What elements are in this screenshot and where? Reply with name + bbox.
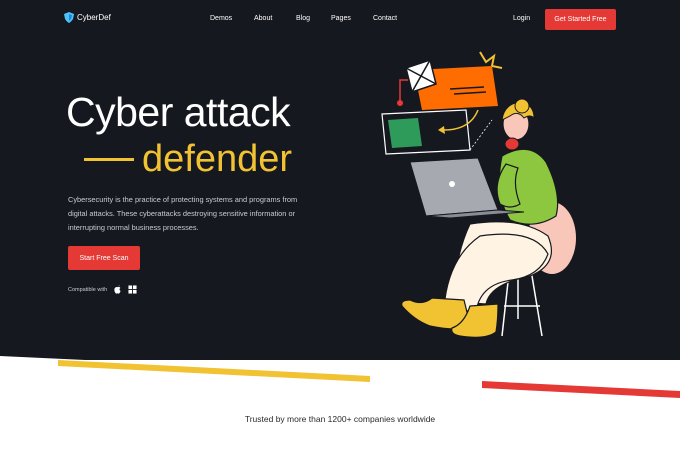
get-started-button[interactable]: Get Started Free <box>545 9 616 30</box>
start-free-scan-button[interactable]: Start Free Scan <box>68 246 140 270</box>
sparkle-icon <box>479 51 503 69</box>
login-link[interactable]: Login <box>513 15 530 22</box>
trusted-by-text: Trusted by more than 1200+ companies wor… <box>244 414 436 424</box>
shield-icon <box>64 12 74 23</box>
nav-link-blog[interactable]: Blog <box>296 15 310 22</box>
apple-icon <box>114 285 121 294</box>
windows-icon <box>128 285 137 294</box>
hero-illustration <box>381 51 576 338</box>
nav-link-demos[interactable]: Demos <box>210 15 232 22</box>
curved-arrow <box>443 109 479 131</box>
hero-description: Cybersecurity is the practice of protect… <box>68 195 298 232</box>
nav-link-about[interactable]: About <box>254 15 272 22</box>
brand-logo[interactable]: CyberDef <box>64 12 111 23</box>
compatible-label: Compatible with <box>68 286 108 293</box>
nav-link-contact[interactable]: Contact <box>373 15 397 22</box>
hero-title-line2-row: defender <box>84 140 292 178</box>
top-navbar: CyberDef Demos About Blog Pages Contact … <box>0 0 680 40</box>
hero-title-line2: defender <box>142 138 293 180</box>
hero-title-line1: Cyber attack <box>66 89 291 135</box>
brand-name: CyberDef <box>77 13 111 22</box>
compatibility-row: Compatible with <box>68 285 137 294</box>
green-card <box>388 118 422 148</box>
title-dash <box>84 157 134 161</box>
nav-link-pages[interactable]: Pages <box>331 15 351 22</box>
